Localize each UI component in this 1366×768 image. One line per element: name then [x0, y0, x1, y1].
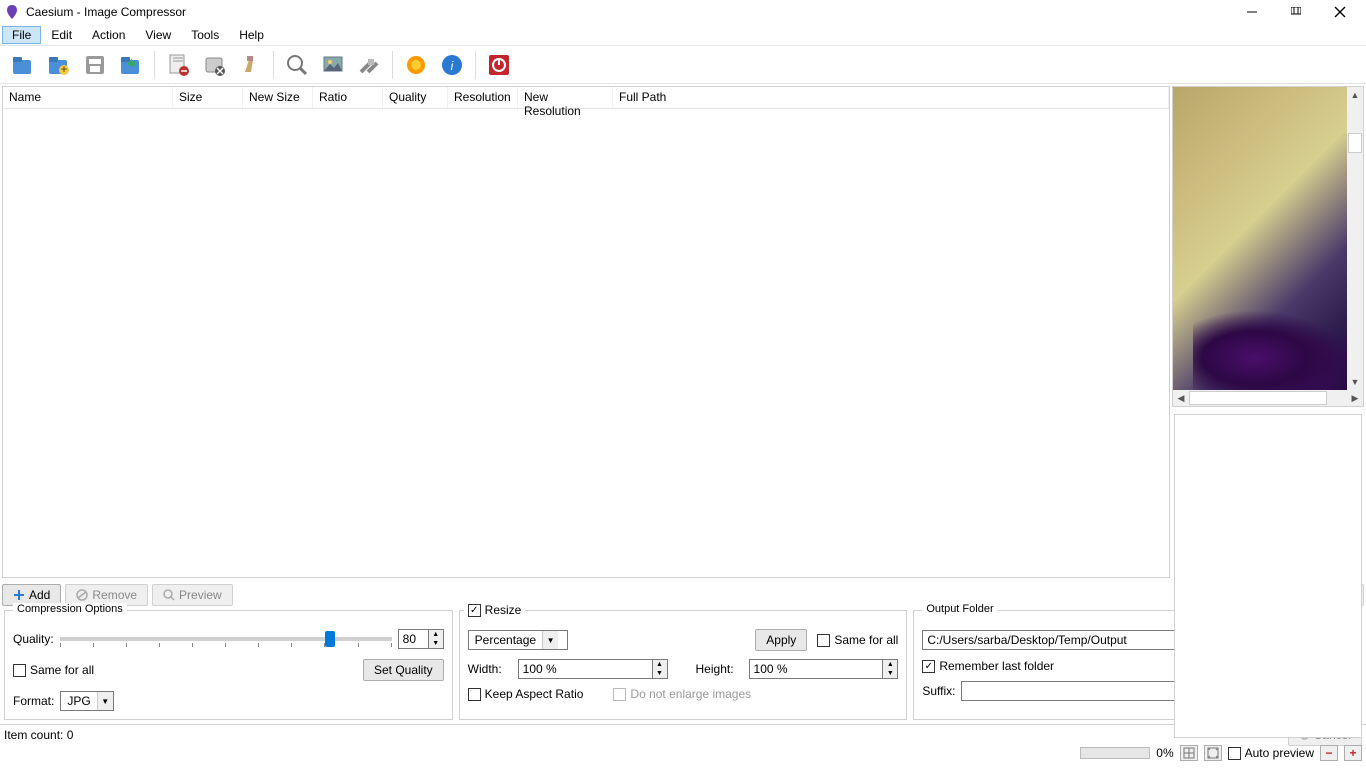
- table-header: Name Size New Size Ratio Quality Resolut…: [3, 87, 1169, 109]
- magnifier-icon: [163, 589, 175, 601]
- col-fullpath[interactable]: Full Path: [613, 87, 1169, 108]
- preview-button[interactable]: Preview: [152, 584, 233, 606]
- col-newresolution[interactable]: New Resolution: [518, 87, 613, 108]
- original-size-icon[interactable]: [1204, 745, 1222, 761]
- file-table[interactable]: Name Size New Size Ratio Quality Resolut…: [2, 86, 1170, 578]
- svg-text:i: i: [451, 59, 454, 73]
- remove-all-icon[interactable]: [199, 50, 229, 80]
- item-count-label: Item count:: [4, 728, 63, 742]
- width-label: Width:: [468, 662, 510, 676]
- preview-icon[interactable]: [318, 50, 348, 80]
- auto-preview-checkbox[interactable]: Auto preview: [1228, 746, 1314, 760]
- clear-list-icon[interactable]: [235, 50, 265, 80]
- titlebar: Caesium - Image Compressor: [0, 0, 1366, 24]
- suffix-label: Suffix:: [922, 684, 955, 698]
- preview-compressed-pane[interactable]: [1174, 414, 1362, 738]
- menu-edit[interactable]: Edit: [41, 26, 82, 44]
- quality-spinner[interactable]: ▲▼: [398, 629, 444, 649]
- menubar: File Edit Action View Tools Help: [0, 24, 1366, 46]
- col-size[interactable]: Size: [173, 87, 243, 108]
- menu-file[interactable]: File: [2, 26, 41, 44]
- import-list-icon[interactable]: [116, 50, 146, 80]
- progress-percent: 0%: [1156, 746, 1173, 760]
- plus-icon: [13, 589, 25, 601]
- zoom-in-button[interactable]: +: [1344, 745, 1362, 761]
- window-title: Caesium - Image Compressor: [26, 5, 1240, 19]
- app-icon: [4, 4, 20, 20]
- compression-group-title: Compression Options: [13, 603, 127, 615]
- table-body[interactable]: [3, 109, 1169, 577]
- maximize-button[interactable]: [1284, 3, 1308, 21]
- zoom-out-button[interactable]: −: [1320, 745, 1338, 761]
- height-label: Height:: [696, 662, 741, 676]
- quality-input[interactable]: [398, 629, 428, 649]
- item-count: 0: [67, 728, 74, 742]
- height-spinner[interactable]: ▲▼: [749, 659, 899, 679]
- preview-hscrollbar[interactable]: ◀ ▶: [1173, 390, 1363, 406]
- format-label: Format:: [13, 694, 54, 708]
- preview-image[interactable]: [1173, 87, 1347, 390]
- keep-aspect-checkbox[interactable]: Keep Aspect Ratio: [468, 687, 584, 701]
- resize-group: ✓Resize Percentage▼ Apply Same for all W…: [459, 610, 908, 720]
- no-enlarge-checkbox: Do not enlarge images: [613, 687, 751, 701]
- quality-slider[interactable]: [60, 637, 392, 641]
- settings-icon[interactable]: [354, 50, 384, 80]
- progress-bar: [1080, 747, 1150, 759]
- output-group-title: Output Folder: [922, 603, 997, 615]
- compression-same-for-all-checkbox[interactable]: Same for all: [13, 663, 94, 677]
- menu-help[interactable]: Help: [229, 26, 274, 44]
- add-button-label: Add: [29, 588, 50, 602]
- set-quality-button[interactable]: Set Quality: [363, 659, 444, 681]
- resize-mode-select[interactable]: Percentage▼: [468, 630, 568, 650]
- resize-same-for-all-checkbox[interactable]: Same for all: [817, 633, 898, 647]
- menu-tools[interactable]: Tools: [181, 26, 229, 44]
- minimize-button[interactable]: [1240, 3, 1264, 21]
- open-file-icon[interactable]: [8, 50, 38, 80]
- preview-original-pane: ▲ ▼ ◀ ▶: [1172, 86, 1364, 407]
- preview-vscrollbar[interactable]: ▲ ▼: [1347, 87, 1363, 390]
- info-icon[interactable]: i: [437, 50, 467, 80]
- preview-button-label: Preview: [179, 588, 222, 602]
- width-input[interactable]: [518, 659, 652, 679]
- fit-icon[interactable]: [1180, 745, 1198, 761]
- col-name[interactable]: Name: [3, 87, 173, 108]
- col-ratio[interactable]: Ratio: [313, 87, 383, 108]
- menu-action[interactable]: Action: [82, 26, 135, 44]
- col-resolution[interactable]: Resolution: [448, 87, 518, 108]
- svg-text:+: +: [60, 62, 67, 76]
- remove-button-label: Remove: [92, 588, 137, 602]
- col-newsize[interactable]: New Size: [243, 87, 313, 108]
- quality-label: Quality:: [13, 632, 54, 646]
- height-input[interactable]: [749, 659, 883, 679]
- compression-group: Compression Options Quality: ▲▼ Same for…: [4, 610, 453, 720]
- menu-view[interactable]: View: [135, 26, 181, 44]
- forbidden-icon: [76, 589, 88, 601]
- donate-icon[interactable]: [401, 50, 431, 80]
- remove-item-icon[interactable]: [163, 50, 193, 80]
- toolbar: + i: [0, 46, 1366, 84]
- resize-apply-button[interactable]: Apply: [755, 629, 807, 651]
- remember-folder-checkbox[interactable]: ✓Remember last folder: [922, 659, 1054, 673]
- save-list-icon[interactable]: [80, 50, 110, 80]
- exit-icon[interactable]: [484, 50, 514, 80]
- format-select[interactable]: JPG▼: [60, 691, 113, 711]
- width-spinner[interactable]: ▲▼: [518, 659, 668, 679]
- zoom-icon[interactable]: [282, 50, 312, 80]
- col-quality[interactable]: Quality: [383, 87, 448, 108]
- close-button[interactable]: [1328, 3, 1352, 21]
- resize-checkbox[interactable]: ✓Resize: [468, 603, 522, 617]
- open-folder-icon[interactable]: +: [44, 50, 74, 80]
